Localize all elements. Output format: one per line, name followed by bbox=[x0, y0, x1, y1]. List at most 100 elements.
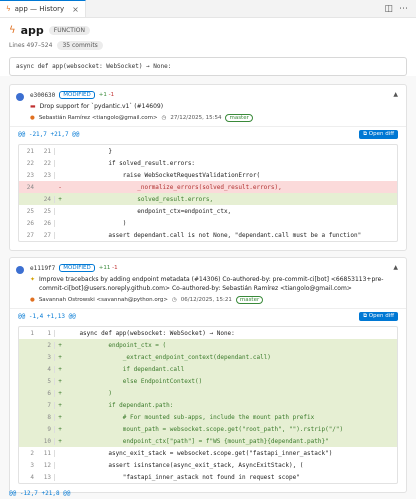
commit-sha[interactable]: e300630 bbox=[30, 92, 55, 99]
code-text: ) bbox=[65, 219, 127, 227]
new-line-number: 22 bbox=[37, 159, 55, 167]
split-editor-icon[interactable]: ◫ bbox=[384, 4, 393, 14]
code-text: # For mounted sub-apps, include the moun… bbox=[65, 413, 315, 421]
open-diff-label: Open diff bbox=[368, 313, 394, 319]
diff-sign: + bbox=[58, 401, 62, 409]
lines-range: Lines 497–524 bbox=[9, 42, 53, 49]
commit-message: Improve tracebacks by adding endpoint me… bbox=[39, 276, 384, 292]
diff-sign: + bbox=[58, 389, 62, 397]
code-text: ) bbox=[65, 389, 112, 397]
code-text: endpoint_ctx=endpoint_ctx, bbox=[65, 207, 232, 215]
diff-sign: + bbox=[58, 377, 62, 385]
code-text: raise WebSocketRequestValidationError( bbox=[65, 171, 261, 179]
old-line-number: 2 bbox=[30, 449, 34, 457]
stat-add: +11 bbox=[98, 265, 111, 271]
new-line-number: 26 bbox=[37, 219, 55, 227]
code-text: async def app(websocket: WebSocket) → No… bbox=[65, 329, 235, 337]
new-line-number: 23 bbox=[37, 171, 55, 179]
commits-count-badge: 35 commits bbox=[57, 41, 103, 50]
close-icon[interactable]: × bbox=[72, 5, 79, 14]
new-line-number: 1 bbox=[37, 329, 55, 337]
commit-date: 06/12/2025, 15:21 bbox=[180, 297, 232, 303]
diff-view: 11 async def app(websocket: WebSocket) →… bbox=[18, 326, 398, 484]
diff-sign: + bbox=[58, 353, 62, 361]
new-line-number: 12 bbox=[37, 461, 55, 469]
commit-card: e300630 MODIFIED +1 -1 ▬ Drop support fo… bbox=[9, 84, 407, 251]
old-line-number: 4 bbox=[30, 473, 34, 481]
open-diff-button[interactable]: ⧉ Open diff bbox=[359, 312, 398, 321]
diff-line: 7 + if dependant.path: bbox=[19, 399, 397, 411]
old-line-number: 27 bbox=[26, 231, 34, 239]
old-line-number: 25 bbox=[26, 207, 34, 215]
collapse-icon[interactable]: ▲ bbox=[393, 91, 398, 122]
more-actions-icon[interactable]: ⋯ bbox=[399, 4, 408, 14]
diff-line: 25 25 endpoint_ctx=endpoint_ctx, bbox=[19, 205, 397, 217]
new-line-number: 25 bbox=[37, 207, 55, 215]
tab-app-history[interactable]: ϟ app — History × bbox=[0, 0, 86, 17]
function-icon: ϟ bbox=[6, 5, 11, 13]
old-line-number: 1 bbox=[30, 329, 34, 337]
old-line-number: 21 bbox=[26, 147, 34, 155]
diff-line: 5 + else EndpointContext() bbox=[19, 375, 397, 387]
new-line-number: 7 bbox=[37, 401, 55, 409]
new-line-number: 13 bbox=[37, 473, 55, 481]
code-text: if solved_result.errors: bbox=[65, 159, 196, 167]
code-text: endpoint_ctx = ( bbox=[65, 341, 167, 349]
status-badge: MODIFIED bbox=[59, 264, 95, 272]
page-title: app bbox=[20, 24, 44, 37]
commit-author: Savannah Ostrowski <savannah@python.org> bbox=[38, 297, 168, 303]
commit-sha[interactable]: e1119f7 bbox=[30, 265, 55, 272]
new-line-number: 5 bbox=[37, 377, 55, 385]
diff-sign: + bbox=[58, 365, 62, 373]
sparkle-icon: ✦ bbox=[30, 276, 36, 283]
code-text: _normalize_errors(solved_result.errors), bbox=[65, 183, 282, 191]
diff-sign: - bbox=[58, 183, 62, 191]
code-text: mount_path = websocket.scope.get("root_p… bbox=[65, 425, 344, 433]
stat-add: +1 bbox=[98, 92, 107, 98]
commit-list[interactable]: e300630 MODIFIED +1 -1 ▬ Drop support fo… bbox=[0, 78, 416, 499]
commit-icon bbox=[16, 266, 24, 274]
code-text: async_exit_stack = websocket.scope.get("… bbox=[65, 449, 333, 457]
diff-line: 4 13 "fastapi_inner_astack not found in r… bbox=[19, 471, 397, 483]
diff-line: 8 + # For mounted sub-apps, include the m… bbox=[19, 411, 397, 423]
old-line-number: 24 bbox=[26, 183, 34, 191]
old-line-number: 3 bbox=[30, 461, 34, 469]
open-diff-label: Open diff bbox=[368, 131, 394, 137]
hunk-header: @@ -21,7 +21,7 @@ bbox=[18, 131, 80, 138]
diff-line: 6 + ) bbox=[19, 387, 397, 399]
function-icon: ϟ bbox=[9, 25, 16, 36]
new-line-number: 2 bbox=[37, 341, 55, 349]
tab-bar: ϟ app — History × ◫ ⋯ bbox=[0, 0, 416, 18]
code-text: solved_result.errors, bbox=[65, 195, 214, 203]
minus-icon: ▬ bbox=[30, 103, 36, 110]
diff-sign: + bbox=[58, 425, 62, 433]
new-line-number: 10 bbox=[37, 437, 55, 445]
diff-line: 24 + solved_result.errors, bbox=[19, 193, 397, 205]
diff-line: 4 + if dependant.call bbox=[19, 363, 397, 375]
new-line-number: 6 bbox=[37, 389, 55, 397]
diff-line: 24 - _normalize_errors(solved_result.erro… bbox=[19, 181, 397, 193]
diff-line: 2 11 async_exit_stack = websocket.scope.g… bbox=[19, 447, 397, 459]
clock-icon: ◷ bbox=[161, 115, 167, 121]
diff-line: 10 + endpoint_ctx["path"] = f"WS {mount_p… bbox=[19, 435, 397, 447]
old-line-number: 23 bbox=[26, 171, 34, 179]
commit-icon bbox=[16, 93, 24, 101]
code-text: assert isinstance(async_exit_stack, Asyn… bbox=[65, 461, 304, 469]
diff-line: 2 + endpoint_ctx = ( bbox=[19, 339, 397, 351]
code-text: if dependant.call bbox=[65, 365, 185, 373]
commit-date: 27/12/2025, 15:54 bbox=[170, 115, 222, 121]
collapse-icon[interactable]: ▲ bbox=[393, 264, 398, 304]
open-diff-button[interactable]: ⧉ Open diff bbox=[359, 130, 398, 139]
diff-line: 27 27 assert dependant.call is not None, … bbox=[19, 229, 397, 241]
diff-line: 23 23 raise WebSocketRequestValidationErr… bbox=[19, 169, 397, 181]
person-icon: ● bbox=[30, 115, 35, 121]
new-line-number: 9 bbox=[37, 425, 55, 433]
diff-stat: +11 -1 bbox=[99, 265, 118, 271]
stat-del: -1 bbox=[108, 92, 115, 98]
branch-badge: master bbox=[235, 296, 264, 304]
code-text: assert dependant.call is not None, "depe… bbox=[65, 231, 362, 239]
diff-line: 9 + mount_path = websocket.scope.get("roo… bbox=[19, 423, 397, 435]
diff-line: 3 12 assert isinstance(async_exit_stack, … bbox=[19, 459, 397, 471]
clock-icon: ◷ bbox=[171, 297, 177, 303]
code-text: else EndpointContext() bbox=[65, 377, 203, 385]
